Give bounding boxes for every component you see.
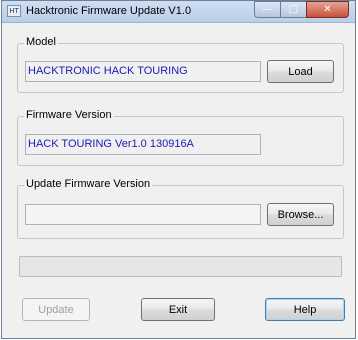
firmware-file-path-input[interactable] [25, 204, 261, 225]
minimize-icon: — [262, 4, 273, 15]
firmware-version-field: HACK TOURING Ver1.0 130916A [25, 134, 261, 155]
update-progress-bar [19, 256, 342, 277]
load-button[interactable]: Load [267, 60, 334, 83]
firmware-version-legend: Firmware Version [24, 109, 114, 121]
window-title: Hacktronic Firmware Update V1.0 [26, 5, 192, 17]
app-icon[interactable]: HT [7, 5, 21, 17]
title-bar[interactable]: HT Hacktronic Firmware Update V1.0 — □ ✕ [2, 1, 355, 23]
close-icon: ✕ [323, 4, 332, 15]
maximize-button[interactable]: □ [280, 1, 306, 18]
close-button[interactable]: ✕ [306, 1, 349, 18]
update-button[interactable]: Update [22, 298, 90, 321]
help-button[interactable]: Help [265, 298, 345, 321]
model-field: HACKTRONIC HACK TOURING [25, 61, 261, 82]
update-button-label: Update [38, 303, 74, 316]
model-value: HACKTRONIC HACK TOURING [28, 65, 188, 77]
exit-button[interactable]: Exit [141, 298, 215, 321]
firmware-update-window: HT Hacktronic Firmware Update V1.0 — □ ✕… [1, 0, 356, 339]
update-firmware-legend: Update Firmware Version [24, 178, 153, 190]
maximize-icon: □ [288, 4, 299, 15]
load-button-label: Load [288, 65, 313, 78]
firmware-version-value: HACK TOURING Ver1.0 130916A [28, 138, 194, 150]
window-controls: — □ ✕ [254, 1, 349, 18]
model-legend: Model [24, 36, 58, 48]
browse-button-label: Browse... [277, 208, 324, 221]
exit-button-label: Exit [168, 303, 188, 316]
minimize-button[interactable]: — [254, 1, 280, 18]
browse-button[interactable]: Browse... [267, 203, 334, 226]
help-button-label: Help [293, 303, 317, 316]
